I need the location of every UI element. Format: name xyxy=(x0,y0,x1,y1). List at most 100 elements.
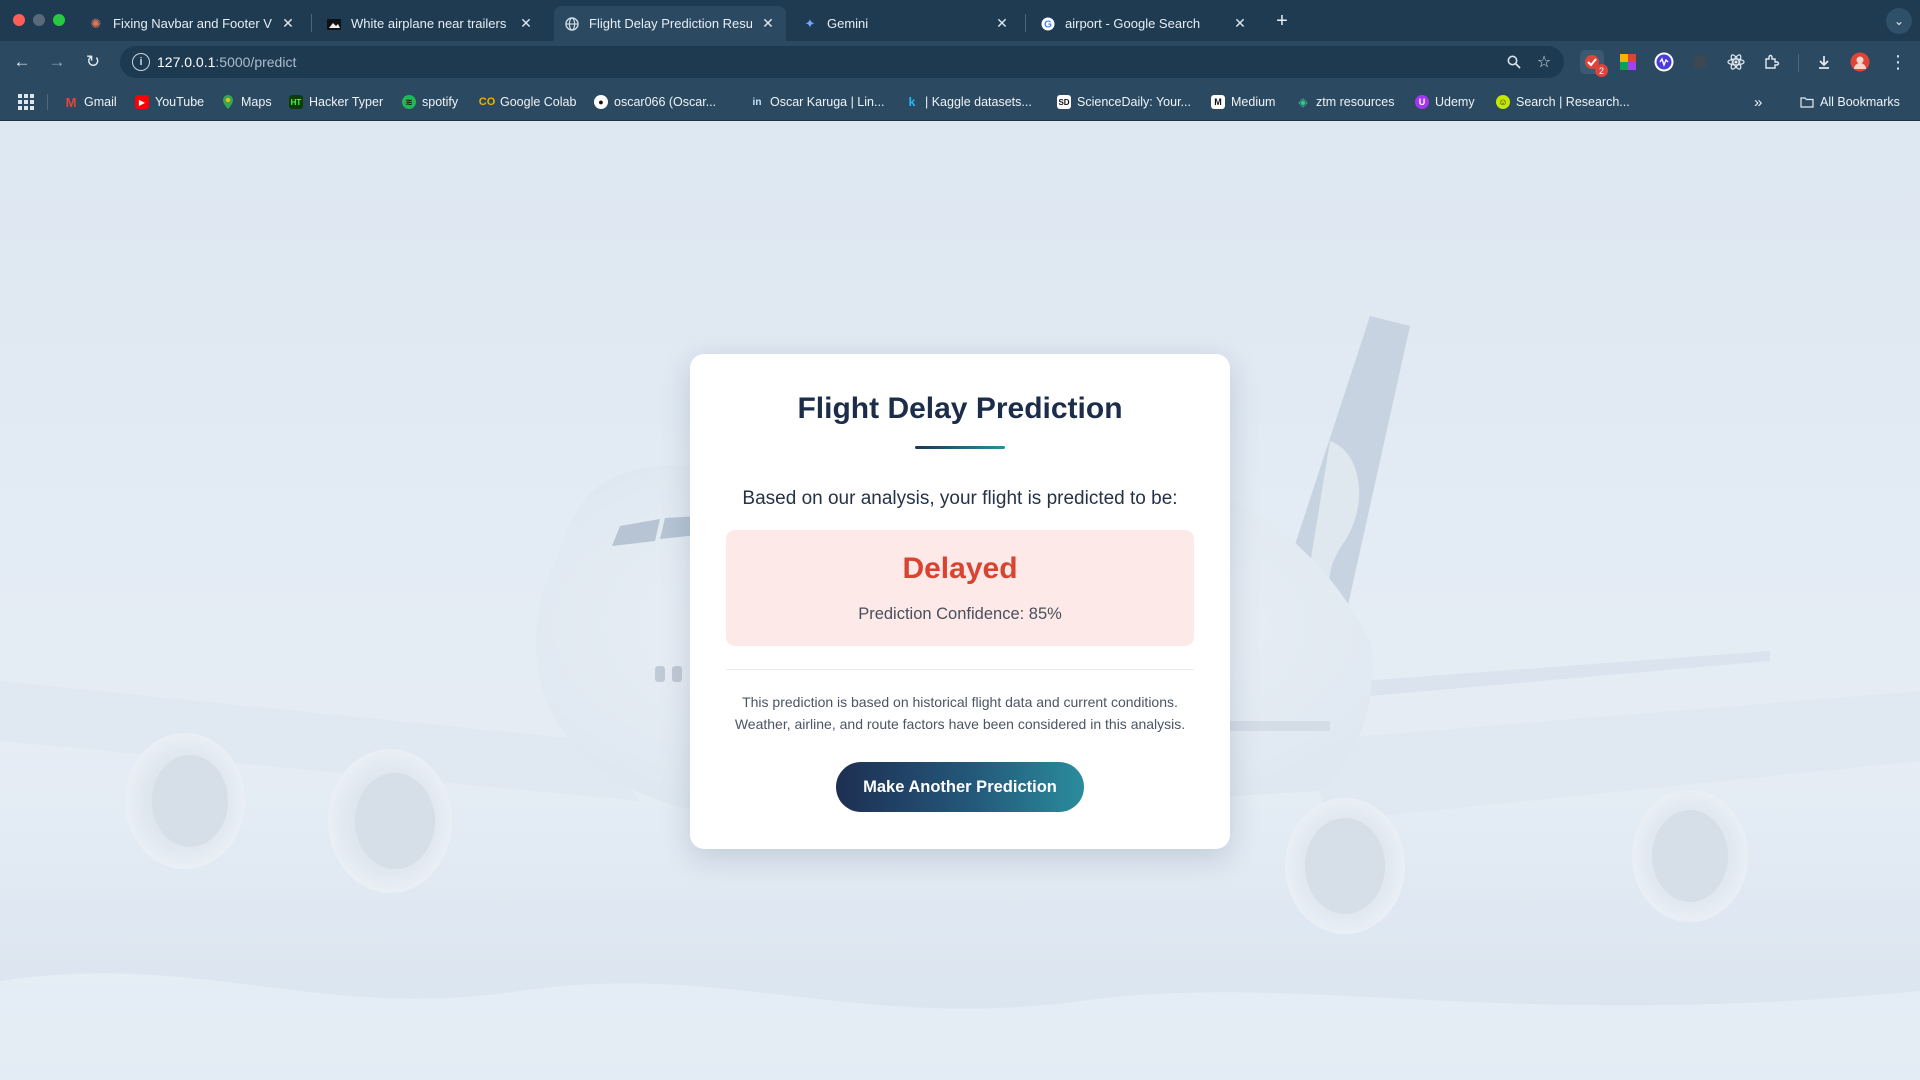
extensions-puzzle-icon[interactable] xyxy=(1760,50,1784,74)
tab-flight-delay-result[interactable]: Flight Delay Prediction Result ✕ xyxy=(554,6,786,41)
all-bookmarks-button[interactable]: All Bookmarks xyxy=(1800,93,1900,111)
gmail-icon: M xyxy=(65,94,77,110)
profile-avatar[interactable] xyxy=(1848,50,1872,74)
bookmark-kaggle[interactable]: k | Kaggle datasets... xyxy=(905,93,1032,111)
url-path: :5000/predict xyxy=(215,54,297,70)
forward-button[interactable]: → xyxy=(44,49,70,75)
url-host: 127.0.0.1 xyxy=(157,54,216,70)
window-maximize-button[interactable] xyxy=(53,14,65,26)
prediction-disclaimer: This prediction is based on historical f… xyxy=(720,691,1200,735)
tab-title: Fixing Navbar and Footer Visi xyxy=(113,16,272,31)
tab-separator xyxy=(1025,14,1026,32)
bookmark-label: Maps xyxy=(241,95,272,109)
bookmark-label: ztm resources xyxy=(1316,95,1395,109)
bookmark-label: Udemy xyxy=(1435,95,1475,109)
prediction-result-box: Delayed Prediction Confidence: 85% xyxy=(726,530,1194,646)
bookmark-label: Search | Research... xyxy=(1516,95,1630,109)
bookmark-label: Google Colab xyxy=(500,95,577,109)
all-bookmarks-label: All Bookmarks xyxy=(1820,95,1900,109)
tab-title: White airplane near trailers d xyxy=(351,16,510,31)
bookmark-linkedin[interactable]: in Oscar Karuga | Lin... xyxy=(750,93,884,111)
download-icon[interactable] xyxy=(1812,50,1836,74)
browser-toolbar: ← → ↻ i 127.0.0.1:5000/predict ☆ 2 ⋮ xyxy=(0,41,1920,82)
github-icon: ● xyxy=(594,95,608,109)
hacker-typer-icon: HT xyxy=(289,95,303,109)
window-minimize-button[interactable] xyxy=(33,14,45,26)
tab-gemini[interactable]: ✦ Gemini ✕ xyxy=(792,6,1020,41)
close-icon[interactable]: ✕ xyxy=(994,15,1010,32)
extension-colorgrid-icon[interactable] xyxy=(1616,50,1640,74)
bookmark-label: spotify xyxy=(422,95,459,109)
tab-search-button[interactable]: ⌄ xyxy=(1886,8,1912,34)
bookmark-spotify[interactable]: ≋ spotify xyxy=(402,93,458,111)
bookmark-label: Medium xyxy=(1231,95,1276,109)
result-intro-text: Based on our analysis, your flight is pr… xyxy=(742,488,1178,509)
svg-text:G: G xyxy=(1044,19,1052,30)
linkedin-icon: in xyxy=(750,95,764,109)
bookmark-udemy[interactable]: U Udemy xyxy=(1415,93,1475,111)
apps-grid-icon[interactable] xyxy=(18,94,34,110)
bookmark-label: oscar066 (Oscar... xyxy=(614,95,717,109)
site-info-icon[interactable]: i xyxy=(132,53,150,71)
bookmark-label: ScienceDaily: Your... xyxy=(1077,95,1191,109)
close-icon[interactable]: ✕ xyxy=(760,15,776,32)
make-another-prediction-button[interactable]: Make Another Prediction xyxy=(836,762,1084,812)
bookmark-youtube[interactable]: ▶ YouTube xyxy=(135,93,204,111)
disclaimer-line-1: This prediction is based on historical f… xyxy=(742,694,1178,710)
tab-strip: ✺ Fixing Navbar and Footer Visi ✕ White … xyxy=(0,0,1920,41)
arrow-left-icon: ← xyxy=(13,52,31,71)
toolbar-separator xyxy=(1798,54,1799,72)
extension-react-icon[interactable] xyxy=(1724,50,1748,74)
prediction-result-card: Flight Delay Prediction Based on our ana… xyxy=(690,354,1230,849)
bookmarks-overflow-button[interactable]: » xyxy=(1754,93,1762,111)
close-icon[interactable]: ✕ xyxy=(518,15,534,32)
double-chevron-right-icon: » xyxy=(1754,93,1763,111)
bookmark-medium[interactable]: M Medium xyxy=(1211,93,1275,111)
bookmark-label: Oscar Karuga | Lin... xyxy=(770,95,885,109)
extension-dark-icon[interactable] xyxy=(1688,50,1712,74)
chevron-down-icon: ⌄ xyxy=(1893,14,1905,28)
globe-icon xyxy=(564,16,580,32)
new-tab-button[interactable]: + xyxy=(1270,9,1294,33)
url-text[interactable]: 127.0.0.1:5000/predict xyxy=(157,54,296,70)
bookmark-sciencedaily[interactable]: SD ScienceDaily: Your... xyxy=(1057,93,1191,111)
arrow-right-icon: → xyxy=(48,52,66,71)
bookmark-google-colab[interactable]: CO Google Colab xyxy=(479,93,577,111)
folder-icon xyxy=(1800,95,1814,109)
bookmark-ztm-resources[interactable]: ◈ ztm resources xyxy=(1296,93,1395,111)
bookmark-github[interactable]: ● oscar066 (Oscar... xyxy=(594,93,716,111)
reload-icon: ↻ xyxy=(85,52,101,71)
tab-title: Flight Delay Prediction Result xyxy=(589,16,752,31)
prediction-status: Delayed xyxy=(902,552,1018,585)
claude-burst-icon: ✺ xyxy=(90,15,102,31)
medium-icon: M xyxy=(1211,95,1225,109)
back-button[interactable]: ← xyxy=(9,49,35,75)
bookmark-hacker-typer[interactable]: HT Hacker Typer xyxy=(289,93,383,111)
bookmark-star-icon[interactable]: ☆ xyxy=(1534,52,1554,72)
bookmark-label: Hacker Typer xyxy=(309,95,384,109)
zoom-icon[interactable] xyxy=(1504,52,1524,72)
bookmark-research-search[interactable]: ☺ Search | Research... xyxy=(1496,93,1630,111)
bookmark-gmail[interactable]: M Gmail xyxy=(64,93,117,111)
close-icon[interactable]: ✕ xyxy=(280,15,296,32)
sciencedaily-icon: SD xyxy=(1057,95,1071,109)
ztm-icon: ◈ xyxy=(1298,95,1308,109)
prediction-confidence: Prediction Confidence: 85% xyxy=(858,605,1062,623)
youtube-icon: ▶ xyxy=(135,95,149,109)
tab-fixing-navbar[interactable]: ✺ Fixing Navbar and Footer Visi ✕ xyxy=(78,6,306,41)
google-g-icon: G xyxy=(1040,16,1056,32)
extension-audio-icon[interactable] xyxy=(1652,50,1676,74)
tab-white-airplane[interactable]: White airplane near trailers d ✕ xyxy=(316,6,544,41)
bookmark-label: YouTube xyxy=(155,95,205,109)
window-close-button[interactable] xyxy=(13,14,25,26)
reload-button[interactable]: ↻ xyxy=(80,49,106,75)
more-menu-icon[interactable]: ⋮ xyxy=(1886,50,1910,74)
bookmark-maps[interactable]: Maps xyxy=(221,93,272,111)
maps-pin-icon xyxy=(221,95,235,109)
address-bar[interactable]: i 127.0.0.1:5000/predict ☆ xyxy=(120,46,1564,78)
tab-separator xyxy=(311,14,312,32)
tab-airport-search[interactable]: G airport - Google Search ✕ xyxy=(1030,6,1258,41)
tab-title: airport - Google Search xyxy=(1065,16,1201,31)
extension-todo-icon[interactable]: 2 xyxy=(1580,50,1608,77)
close-icon[interactable]: ✕ xyxy=(1232,15,1248,32)
